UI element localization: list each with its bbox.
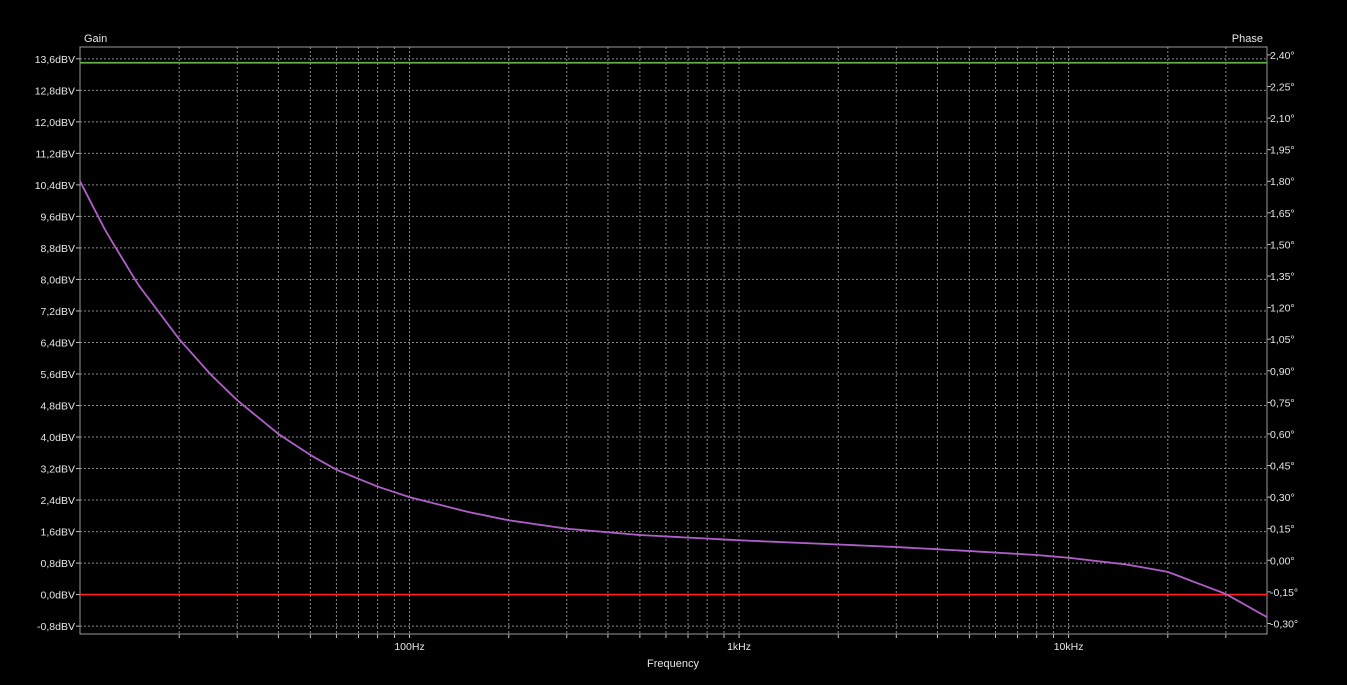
y-left-tick-label: 8,8dBV: [41, 243, 75, 255]
y-left-tick-label: 4,0dBV: [41, 432, 75, 444]
x-tick-label: 100Hz: [394, 641, 424, 653]
y-right-tick-label: 1,35°: [1270, 271, 1295, 283]
y-right-tick-label: 1,20°: [1270, 303, 1295, 315]
y-right-tick-label: 0,90°: [1270, 366, 1295, 378]
y-right-tick-label: -0,30°: [1270, 618, 1298, 630]
y-right-tick-label: 2,10°: [1270, 113, 1295, 125]
y-left-tick-label: 13,6dBV: [35, 54, 75, 66]
y-left-tick-label: 12,8dBV: [35, 85, 75, 97]
y-left-tick-label: 5,6dBV: [41, 369, 75, 381]
y-right-tick-label: 0,60°: [1270, 429, 1295, 441]
y-right-tick-label: 0,15°: [1270, 524, 1295, 536]
y-left-tick-label: 1,6dBV: [41, 527, 75, 539]
y-right-tick-label: 0,45°: [1270, 461, 1295, 473]
y-left-tick-label: 0,0dBV: [41, 590, 75, 602]
y-right-tick-label: 0,00°: [1270, 555, 1295, 567]
y-left-tick-label: 2,4dBV: [41, 495, 75, 507]
y-left-tick-label: 0,8dBV: [41, 558, 75, 570]
y-left-tick-label: 7,2dBV: [41, 306, 75, 318]
y-right-tick-label: 0,30°: [1270, 492, 1295, 504]
y-left-tick-label: 4,8dBV: [41, 401, 75, 413]
y-left-tick-label: 9,6dBV: [41, 211, 75, 223]
x-axis-label: Frequency: [647, 658, 699, 670]
y-right-tick-label: -0,15°: [1270, 587, 1298, 599]
y-right-tick-label: 1,80°: [1270, 176, 1295, 188]
y-left-tick-label: -0,8dBV: [37, 621, 75, 633]
y-left-tick-label: 11,2dBV: [35, 148, 75, 160]
x-tick-label: 10kHz: [1054, 641, 1084, 653]
y-left-axis-label: Gain: [84, 33, 107, 45]
y-right-tick-label: 0,75°: [1270, 397, 1295, 409]
y-left-tick-label: 10,4dBV: [35, 180, 75, 192]
y-right-tick-label: 2,25°: [1270, 81, 1295, 93]
x-tick-label: 1kHz: [727, 641, 751, 653]
y-right-tick-label: 1,95°: [1270, 145, 1295, 157]
y-left-tick-label: 8,0dBV: [41, 274, 75, 286]
y-right-tick-label: 1,50°: [1270, 239, 1295, 251]
y-right-tick-label: 1,65°: [1270, 208, 1295, 220]
y-left-tick-label: 3,2dBV: [41, 464, 75, 476]
bode-plot: 13,6dBV 12,8dBV 12,0dBV 11,2dBV 10,4dBV 9,6dB…: [0, 0, 1347, 685]
y-left-tick-label: 12,0dBV: [35, 117, 75, 129]
y-right-tick-label: 2,40°: [1270, 50, 1295, 62]
y-left-tick-label: 6,4dBV: [41, 337, 75, 349]
y-right-tick-label: 1,05°: [1270, 334, 1295, 346]
y-right-axis-label: Phase: [1232, 33, 1263, 45]
